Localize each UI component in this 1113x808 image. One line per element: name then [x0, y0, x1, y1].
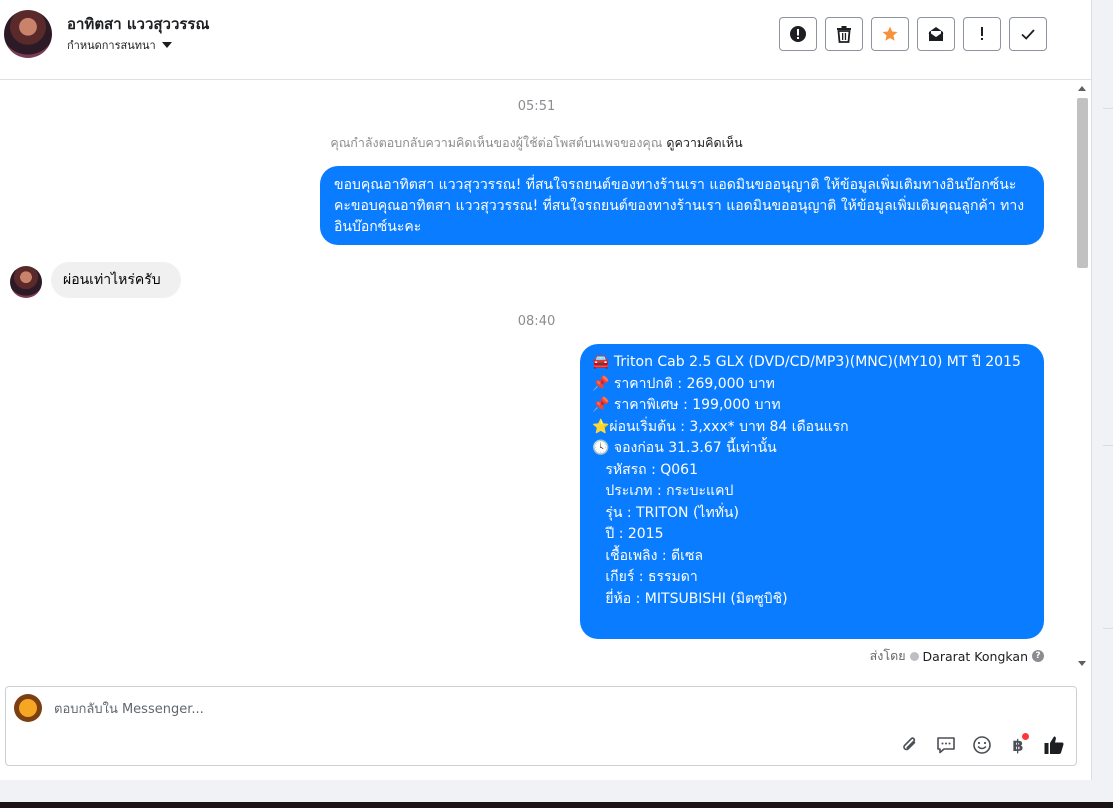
- delete-button[interactable]: [825, 17, 863, 51]
- reply-notice-text: คุณกำลังตอบกลับความคิดเห็นของผู้ใช้ต่อโพ…: [330, 135, 663, 150]
- incoming-message[interactable]: ผ่อนเท่าไหร่ครับ: [51, 262, 181, 298]
- contact-avatar[interactable]: [4, 10, 52, 58]
- side-divider: [1103, 628, 1113, 629]
- outgoing-listing-message[interactable]: 🚘 Triton Cab 2.5 GLX (DVD/CD/MP3)(MNC)(M…: [580, 344, 1044, 639]
- exclamation-circle-icon: [790, 26, 806, 42]
- help-icon[interactable]: ?: [1032, 650, 1044, 662]
- caret-down-icon: [161, 42, 172, 48]
- message-thread[interactable]: 05:51 คุณกำลังตอบกลับความคิดเห็นของผู้ใช…: [0, 80, 1073, 672]
- verified-icon: [909, 651, 919, 661]
- messenger-inbox: อาทิตสา แววสุววรรณ กำหนดการสนทนา 05:51 ค…: [0, 0, 1091, 780]
- report-button[interactable]: [779, 17, 817, 51]
- important-button[interactable]: [963, 17, 1001, 51]
- listing-line: รหัสรถ : Q061: [592, 461, 698, 478]
- taskbar-edge: [0, 802, 1113, 808]
- mark-unread-button[interactable]: [917, 17, 955, 51]
- star-button[interactable]: [871, 17, 909, 51]
- timestamp: 08:40: [517, 314, 556, 329]
- smiley-icon: [973, 736, 991, 754]
- sent-by: ส่งโดย Dararat Kongkan ?: [870, 646, 1044, 666]
- composer-tools: ฿: [898, 733, 1066, 757]
- timestamp: 05:51: [517, 99, 556, 114]
- envelope-icon: [928, 27, 944, 41]
- scrollbar-thumb[interactable]: [1077, 98, 1088, 268]
- notification-dot: [1022, 733, 1029, 740]
- sent-by-label: ส่งโดย: [869, 648, 906, 663]
- listing-line: 🚘 Triton Cab 2.5 GLX (DVD/CD/MP3)(MNC)(M…: [592, 354, 1021, 370]
- scroll-up-arrow-icon[interactable]: [1078, 86, 1086, 91]
- payment-button[interactable]: ฿: [1006, 733, 1030, 757]
- listing-line: รุ่น : TRITON (ไททั่น): [592, 504, 739, 521]
- listing-line: ยี่ห้อ : MITSUBISHI (มิตซูบิชิ): [592, 590, 788, 607]
- paperclip-icon: [903, 737, 916, 751]
- scroll-down-arrow-icon[interactable]: [1078, 661, 1086, 666]
- listing-line: 📌 ราคาปกติ : 269,000 บาท: [592, 375, 775, 392]
- attach-button[interactable]: [898, 733, 922, 757]
- conversation-menu[interactable]: กำหนดการสนทนา: [67, 36, 172, 54]
- listing-line: เชื้อเพลิง : ดีเซล: [592, 547, 704, 564]
- check-icon: [1021, 29, 1035, 40]
- thumbs-up-icon: [1044, 736, 1064, 754]
- emoji-button[interactable]: [970, 733, 994, 757]
- thread-scrollbar[interactable]: [1075, 80, 1090, 672]
- reply-notice: คุณกำลังตอบกลับความคิดเห็นของผู้ใช้ต่อโพ…: [0, 133, 1073, 153]
- trash-icon: [837, 26, 851, 43]
- side-panel: [1091, 0, 1113, 780]
- conversation-toolbar: [779, 17, 1047, 51]
- chat-bubble-icon: [937, 737, 955, 754]
- exclamation-icon: [981, 27, 983, 40]
- reply-input[interactable]: [52, 697, 956, 721]
- listing-line: เกียร์ : ธรรมดา: [592, 569, 698, 585]
- done-button[interactable]: [1009, 17, 1047, 51]
- sender-avatar[interactable]: [10, 266, 42, 298]
- message-composer: ฿: [5, 686, 1077, 766]
- listing-line: ⭐ผ่อนเริ่มต้น : 3,xxx* บาท 84 เดือนแรก: [592, 418, 849, 435]
- listing-line: ประเภท : กระบะแคป: [592, 483, 734, 499]
- outgoing-message[interactable]: ขอบคุณอาทิตสา แววสุววรรณ! ที่สนใจรถยนต์ข…: [320, 166, 1044, 245]
- page-avatar: [14, 694, 42, 722]
- star-icon: [882, 26, 898, 41]
- like-button[interactable]: [1042, 733, 1066, 757]
- view-comment-link[interactable]: ดูความคิดเห็น: [666, 135, 742, 150]
- side-divider: [1103, 108, 1113, 109]
- listing-line: ปี : 2015: [592, 526, 664, 542]
- contact-name[interactable]: อาทิตสา แววสุววรรณ: [67, 12, 209, 36]
- sent-by-name: Dararat Kongkan: [922, 648, 1028, 664]
- conversation-header: อาทิตสา แววสุววรรณ กำหนดการสนทนา: [0, 0, 1091, 80]
- side-divider: [1103, 445, 1113, 446]
- saved-replies-button[interactable]: [934, 733, 958, 757]
- listing-line: 🕓 จองก่อน 31.3.67 นี้เท่านั้น: [592, 440, 777, 456]
- listing-line: 📌 ราคาพิเศษ : 199,000 บาท: [592, 397, 781, 413]
- conversation-menu-label: กำหนดการสนทนา: [67, 39, 156, 52]
